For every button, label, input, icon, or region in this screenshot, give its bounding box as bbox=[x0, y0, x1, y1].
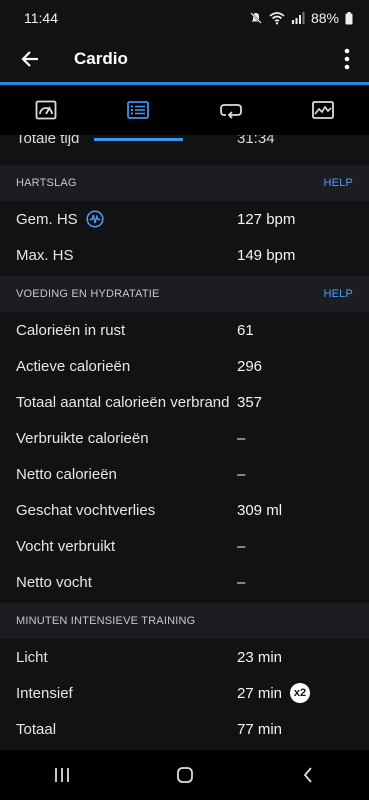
gauge-icon bbox=[35, 100, 57, 120]
section-title: HARTSLAG bbox=[16, 177, 77, 189]
row-label: Intensief bbox=[16, 684, 73, 702]
battery-icon bbox=[345, 11, 353, 24]
chart-icon bbox=[311, 101, 334, 119]
row-value: 77 min bbox=[237, 720, 283, 738]
list-icon bbox=[127, 101, 150, 119]
row-label: Geschat vochtverlies bbox=[16, 501, 156, 519]
row-value: 27 min bbox=[237, 684, 283, 702]
stat-row: Actieve calorieën 296 bbox=[0, 348, 369, 384]
row-value: 309 ml bbox=[237, 501, 283, 519]
page-title: Cardio bbox=[74, 49, 128, 68]
status-bar: 11:44 88% bbox=[0, 0, 369, 36]
help-link[interactable]: HELP bbox=[323, 288, 353, 300]
row-label: Totaal bbox=[16, 720, 57, 738]
battery-percent: 88% bbox=[310, 10, 339, 26]
signal-icon bbox=[291, 12, 305, 24]
row-value: 61 bbox=[237, 321, 254, 339]
cutoff-row: Totale tijd 31:34 bbox=[0, 135, 369, 147]
stat-row: Intensief 27 min x2 bbox=[0, 675, 369, 711]
row-label: Gem. HS bbox=[16, 210, 78, 228]
wifi-icon bbox=[269, 12, 285, 25]
tab-laps[interactable] bbox=[185, 85, 277, 135]
chevron-left-icon bbox=[303, 767, 312, 783]
section-header-minuten: MINUTEN INTENSIEVE TRAINING bbox=[0, 603, 369, 639]
row-label: Licht bbox=[16, 648, 48, 666]
row-value: 296 bbox=[237, 357, 263, 375]
app-bar: Cardio bbox=[0, 36, 369, 85]
recent-apps-icon bbox=[54, 768, 69, 782]
recent-apps-button[interactable] bbox=[32, 755, 92, 795]
row-value: 357 bbox=[237, 393, 263, 411]
home-button[interactable] bbox=[155, 755, 215, 795]
row-value: 23 min bbox=[237, 648, 283, 666]
row-label: Netto calorieën bbox=[16, 465, 117, 483]
home-icon bbox=[176, 767, 193, 783]
row-value: – bbox=[237, 465, 246, 483]
stat-row-max-hr: Max. HS 149 bpm bbox=[0, 237, 369, 273]
row-value-wrap: 27 min x2 bbox=[237, 683, 311, 703]
laps-icon bbox=[219, 104, 242, 119]
stat-row: Licht 23 min bbox=[0, 639, 369, 675]
row-label-wrap: Gem. HS bbox=[16, 210, 104, 228]
system-nav-bar bbox=[0, 750, 369, 800]
mute-icon bbox=[250, 12, 262, 24]
tab-bar bbox=[0, 85, 369, 141]
section-header-hartslag: HARTSLAG HELP bbox=[0, 165, 369, 201]
heart-rate-wave-icon[interactable] bbox=[86, 210, 104, 228]
row-label: Totaal aantal calorieën verbrand bbox=[16, 393, 230, 411]
stat-row: Vocht verbruikt – bbox=[0, 528, 369, 564]
more-vertical-icon bbox=[344, 48, 350, 70]
row-label: Vocht verbruikt bbox=[16, 537, 116, 555]
row-label: Totale tijd bbox=[16, 135, 80, 147]
row-value: – bbox=[237, 429, 246, 447]
stat-row: Totaal aantal calorieën verbrand 357 bbox=[0, 384, 369, 420]
stat-row: Totaal 77 min bbox=[0, 711, 369, 747]
row-label: Calorieën in rust bbox=[16, 321, 126, 339]
tab-stats[interactable] bbox=[92, 85, 184, 141]
section-header-voeding: VOEDING EN HYDRATATIE HELP bbox=[0, 276, 369, 312]
stat-row: Netto calorieën – bbox=[0, 456, 369, 492]
row-value: 149 bpm bbox=[237, 246, 296, 264]
row-label: Verbruikte calorieën bbox=[16, 429, 149, 447]
stat-row: Netto vocht – bbox=[0, 564, 369, 600]
row-label: Netto vocht bbox=[16, 573, 92, 591]
back-nav-button[interactable] bbox=[278, 755, 338, 795]
status-time: 11:44 bbox=[24, 10, 58, 26]
arrow-left-icon bbox=[21, 51, 38, 67]
back-button[interactable] bbox=[16, 45, 44, 73]
row-value: – bbox=[237, 537, 246, 555]
more-options-button[interactable] bbox=[337, 45, 357, 73]
row-label: Actieve calorieën bbox=[16, 357, 131, 375]
row-value: – bbox=[237, 573, 246, 591]
row-value: 127 bpm bbox=[237, 210, 296, 228]
row-label: Max. HS bbox=[16, 246, 74, 264]
row-value: 31:34 bbox=[237, 135, 275, 147]
section-title: VOEDING EN HYDRATATIE bbox=[16, 288, 160, 300]
multiplier-badge: x2 bbox=[290, 683, 311, 703]
stat-row: Geschat vochtverlies 309 ml bbox=[0, 492, 369, 528]
tab-overview[interactable] bbox=[0, 85, 92, 135]
section-title: MINUTEN INTENSIEVE TRAINING bbox=[16, 615, 196, 627]
stat-row-avg-hr: Gem. HS 127 bpm bbox=[0, 201, 369, 237]
status-icons: 88% bbox=[249, 10, 353, 26]
help-link[interactable]: HELP bbox=[323, 177, 353, 189]
stat-row: Calorieën in rust 61 bbox=[0, 312, 369, 348]
tab-charts[interactable] bbox=[277, 85, 369, 135]
stat-row: Verbruikte calorieën – bbox=[0, 420, 369, 456]
stats-content[interactable]: Totale tijd 31:34 HARTSLAG HELP Gem. HS … bbox=[0, 135, 369, 750]
